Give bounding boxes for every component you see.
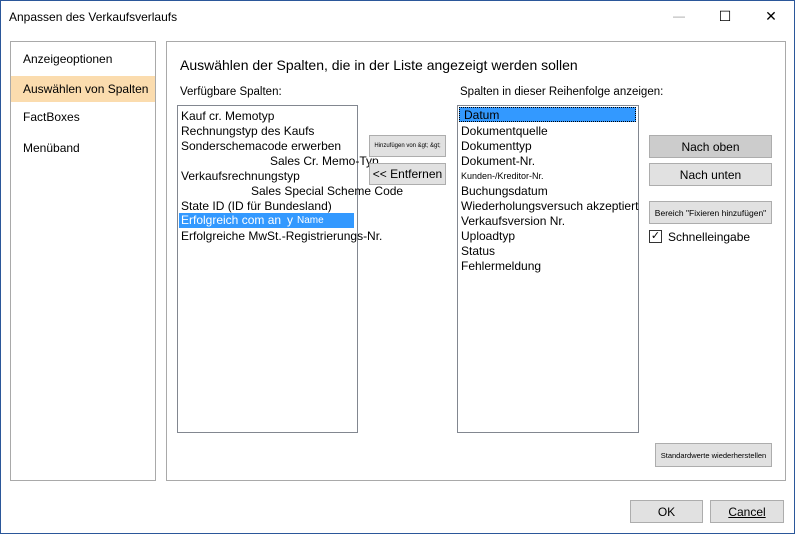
list-item[interactable]: Fehlermeldung: [461, 259, 541, 274]
list-item[interactable]: Dokumenttyp: [461, 139, 532, 154]
move-down-button[interactable]: Nach unten: [649, 163, 772, 186]
section-heading: Auswählen der Spalten, die in der Liste …: [180, 57, 578, 73]
quick-entry-checkbox[interactable]: ✓: [649, 230, 662, 243]
nav-item-display-options[interactable]: Anzeigeoptionen: [11, 46, 155, 72]
list-item[interactable]: Wiederholungsversuch akzeptiert: [461, 199, 638, 214]
add-button[interactable]: Hinzufügen von &gt; &gt;: [369, 135, 446, 157]
list-item[interactable]: Status: [461, 244, 495, 259]
close-icon: ✕: [765, 7, 777, 24]
check-icon: ✓: [650, 230, 661, 242]
cancel-button-label: Cancel: [728, 504, 766, 519]
list-item[interactable]: Sales Cr. Memo-Typ: [270, 154, 379, 169]
remove-button[interactable]: << Entfernen: [369, 163, 446, 185]
list-item[interactable]: Kauf cr. Memotyp: [181, 109, 274, 124]
ok-button[interactable]: OK: [630, 500, 703, 523]
available-columns-label: Verfügbare Spalten:: [180, 86, 282, 98]
nav-item-factboxes[interactable]: FactBoxes: [11, 104, 155, 130]
nav-item-ribbon[interactable]: Menüband: [11, 135, 155, 161]
shown-columns-list[interactable]: Datum Dokumentquelle Dokumenttyp Dokumen…: [457, 105, 639, 433]
list-item-selected[interactable]: Erfolgreich com an y Name: [179, 213, 354, 228]
list-item[interactable]: Dokumentquelle: [461, 124, 548, 139]
nav-panel: Anzeigeoptionen Auswählen von Spalten Fa…: [10, 41, 156, 481]
list-item[interactable]: Verkaufsrechnungstyp: [181, 169, 300, 184]
list-item[interactable]: Kunden-/Kreditor-Nr.: [461, 169, 544, 184]
freeze-pane-button[interactable]: Bereich "Fixieren hinzufügen": [649, 201, 772, 224]
list-item-text: y: [287, 213, 293, 227]
nav-item-select-columns[interactable]: Auswählen von Spalten: [11, 76, 155, 102]
window-title: Anpassen des Verkaufsverlaufs: [9, 10, 178, 24]
move-up-button[interactable]: Nach oben: [649, 135, 772, 158]
list-item[interactable]: Rechnungstyp des Kaufs: [181, 124, 314, 139]
restore-defaults-button[interactable]: Standardwerte wiederherstellen: [655, 443, 772, 467]
maximize-button[interactable]: ☐: [702, 1, 748, 31]
shown-columns-label: Spalten in dieser Reihenfolge anzeigen:: [460, 86, 664, 98]
list-item[interactable]: Verkaufsversion Nr.: [461, 214, 565, 229]
list-item[interactable]: Sales Special Scheme Code: [251, 184, 403, 199]
title-bar: Anpassen des Verkaufsverlaufs — ☐ ✕: [1, 1, 794, 31]
list-item-text: Erfolgreich com an: [181, 213, 282, 227]
minimize-icon: —: [673, 9, 685, 23]
list-item-text: Name: [297, 215, 324, 226]
close-button[interactable]: ✕: [748, 1, 794, 31]
list-item-selected[interactable]: Datum: [459, 107, 636, 122]
list-item[interactable]: Uploadtyp: [461, 229, 515, 244]
list-item[interactable]: State ID (ID für Bundesland): [181, 199, 332, 214]
quick-entry-label: Schnelleingabe: [668, 230, 751, 244]
cancel-button[interactable]: Cancel: [710, 500, 784, 523]
list-item[interactable]: Buchungsdatum: [461, 184, 548, 199]
available-columns-list[interactable]: Kauf cr. Memotyp Rechnungstyp des Kaufs …: [177, 105, 403, 433]
maximize-icon: ☐: [718, 7, 732, 24]
list-item[interactable]: Sonderschemacode erwerben: [181, 139, 341, 154]
minimize-button[interactable]: —: [656, 1, 702, 31]
list-item[interactable]: Erfolgreiche MwSt.-Registrierungs-Nr.: [181, 229, 382, 244]
list-item[interactable]: Dokument-Nr.: [461, 154, 535, 169]
